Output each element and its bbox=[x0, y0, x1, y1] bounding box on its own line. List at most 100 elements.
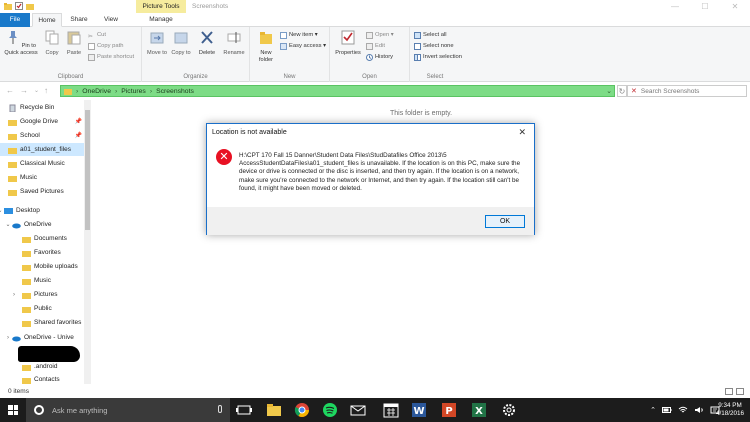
windows-logo-icon bbox=[8, 405, 18, 415]
dialog-close-button[interactable]: ✕ bbox=[518, 127, 526, 138]
nav-item-documents[interactable]: Documents bbox=[14, 232, 92, 245]
volume-icon[interactable] bbox=[694, 406, 704, 414]
tab-file[interactable]: File bbox=[0, 13, 30, 27]
chevron-down-icon[interactable]: ⌄ bbox=[4, 221, 12, 228]
refresh-button[interactable]: ↻ bbox=[617, 85, 627, 97]
nav-item-public[interactable]: Public bbox=[14, 302, 92, 315]
folder-icon bbox=[8, 147, 17, 154]
nav-item-favorites[interactable]: Favorites bbox=[14, 246, 92, 259]
battery-icon[interactable] bbox=[662, 406, 672, 414]
delete-x-icon bbox=[201, 31, 213, 44]
history-icon bbox=[366, 53, 373, 61]
properties-button[interactable]: Properties bbox=[332, 30, 364, 57]
select-none-button[interactable]: Select none bbox=[414, 41, 454, 51]
copy-path-button[interactable]: Copy path bbox=[88, 41, 123, 51]
tab-home[interactable]: Home bbox=[32, 13, 62, 27]
new-folder-button[interactable]: New folder bbox=[254, 30, 278, 64]
chrome-icon[interactable] bbox=[294, 402, 310, 418]
tab-share[interactable]: Share bbox=[64, 13, 94, 27]
large-icons-view-icon[interactable] bbox=[736, 388, 744, 395]
calendar-icon[interactable] bbox=[383, 402, 399, 418]
search-input[interactable]: ✕ Search Screenshots bbox=[627, 85, 747, 97]
tab-view[interactable]: View bbox=[96, 13, 126, 27]
nav-scrollbar[interactable] bbox=[84, 100, 91, 384]
task-view-icon[interactable] bbox=[236, 402, 252, 418]
settings-gear-icon[interactable] bbox=[501, 402, 517, 418]
word-icon[interactable]: W bbox=[411, 402, 427, 418]
new-item-button[interactable]: New item ▾ bbox=[280, 30, 318, 40]
taskbar-clock[interactable]: 9:34 PM 4/18/2016 bbox=[716, 402, 744, 418]
mail-icon[interactable] bbox=[350, 402, 366, 418]
nav-item-mobile-uploads[interactable]: Mobile uploads bbox=[14, 260, 92, 273]
file-explorer-icon[interactable] bbox=[266, 402, 282, 418]
properties-check-icon[interactable] bbox=[15, 2, 23, 10]
chevron-down-icon[interactable]: ⌄ bbox=[606, 87, 612, 95]
edit-button[interactable]: Edit bbox=[366, 41, 385, 51]
start-button[interactable] bbox=[0, 398, 26, 422]
open-icon bbox=[366, 31, 373, 39]
up-arrow-icon[interactable]: ↑ bbox=[44, 86, 48, 95]
breadcrumb-onedrive[interactable]: OneDrive bbox=[82, 88, 111, 95]
title-bar: Picture Tools Screenshots — ☐ ✕ bbox=[0, 0, 750, 13]
powerpoint-icon[interactable]: P bbox=[441, 402, 457, 418]
nav-item-onedrive-university[interactable]: › OneDrive - Unive bbox=[4, 331, 88, 344]
details-view-icon[interactable] bbox=[725, 388, 733, 395]
chevron-right-icon[interactable]: › bbox=[4, 335, 12, 341]
recycle-bin-icon bbox=[9, 104, 16, 112]
paste-button[interactable]: Paste bbox=[64, 30, 84, 57]
ok-button[interactable]: OK bbox=[485, 215, 525, 228]
nav-item-desktop[interactable]: ⌄ Desktop bbox=[0, 204, 80, 217]
nav-item-school[interactable]: School 📌 bbox=[0, 129, 84, 142]
breadcrumb-screenshots[interactable]: Screenshots bbox=[156, 88, 194, 95]
cut-button[interactable]: ✂ Cut bbox=[88, 30, 106, 40]
easy-access-button[interactable]: Easy access ▾ bbox=[280, 41, 326, 51]
clear-search-icon[interactable]: ✕ bbox=[631, 87, 637, 95]
nav-item-label: Google Drive bbox=[20, 118, 58, 125]
microphone-icon[interactable] bbox=[218, 405, 222, 413]
nav-item-saved-pictures[interactable]: Saved Pictures bbox=[0, 185, 84, 198]
cortana-search-box[interactable]: Ask me anything bbox=[26, 398, 230, 422]
wifi-icon[interactable] bbox=[678, 406, 688, 414]
nav-item-recycle-bin[interactable]: Recycle Bin bbox=[0, 101, 84, 114]
invert-selection-button[interactable]: Invert selection bbox=[414, 52, 462, 62]
nav-item-contacts[interactable]: Contacts bbox=[14, 373, 92, 384]
nav-item-a01-student-files[interactable]: a01_student_files bbox=[0, 143, 84, 156]
nav-item-label: OneDrive - Unive bbox=[24, 334, 74, 341]
nav-item-music-onedrive[interactable]: Music bbox=[14, 274, 92, 287]
chevron-right-icon[interactable]: › bbox=[6, 292, 22, 298]
maximize-button[interactable]: ☐ bbox=[690, 0, 720, 13]
scrollbar-thumb[interactable] bbox=[85, 110, 90, 230]
nav-item-pictures[interactable]: › Pictures bbox=[13, 288, 92, 301]
excel-icon[interactable]: X bbox=[471, 402, 487, 418]
delete-button[interactable]: Delete bbox=[196, 30, 218, 57]
rename-label: Rename bbox=[223, 50, 245, 56]
nav-item-google-drive[interactable]: Google Drive 📌 bbox=[0, 115, 84, 128]
nav-item-shared-favorites[interactable]: Shared favorites bbox=[14, 316, 92, 329]
select-all-button[interactable]: Select all bbox=[414, 30, 447, 40]
history-button[interactable]: History bbox=[366, 52, 393, 62]
pin-quick-access-button[interactable]: Pin to Quick access bbox=[2, 30, 40, 57]
open-button[interactable]: Open ▾ bbox=[366, 30, 394, 40]
copy-to-button[interactable]: Copy to bbox=[170, 30, 192, 57]
minimize-button[interactable]: — bbox=[660, 0, 690, 13]
address-bar[interactable]: › OneDrive › Pictures › Screenshots ⌄ bbox=[60, 85, 615, 97]
show-hidden-icons-chevron-icon[interactable]: ⌃ bbox=[650, 406, 656, 414]
close-button[interactable]: ✕ bbox=[720, 0, 750, 13]
paste-shortcut-icon bbox=[88, 53, 95, 61]
paste-shortcut-button[interactable]: Paste shortcut bbox=[88, 52, 134, 62]
nav-item-music[interactable]: Music bbox=[0, 171, 84, 184]
pin-icon bbox=[9, 31, 18, 44]
folder-icon bbox=[22, 264, 31, 271]
nav-item-onedrive[interactable]: ⌄ OneDrive bbox=[4, 218, 88, 231]
tab-manage[interactable]: Manage bbox=[136, 13, 186, 27]
breadcrumb-pictures[interactable]: Pictures bbox=[121, 88, 146, 95]
rename-button[interactable]: Rename bbox=[222, 30, 246, 57]
move-to-button[interactable]: Move to bbox=[146, 30, 168, 57]
forward-arrow-icon[interactable]: → bbox=[20, 86, 28, 95]
back-arrow-icon[interactable]: ← bbox=[6, 86, 14, 95]
copy-button[interactable]: Copy bbox=[42, 30, 62, 57]
new-folder-icon[interactable] bbox=[26, 2, 34, 10]
nav-item-classical-music[interactable]: Classical Music bbox=[0, 157, 84, 170]
recent-locations-chevron-icon[interactable]: ⌄ bbox=[34, 87, 39, 94]
spotify-icon[interactable] bbox=[322, 402, 338, 418]
